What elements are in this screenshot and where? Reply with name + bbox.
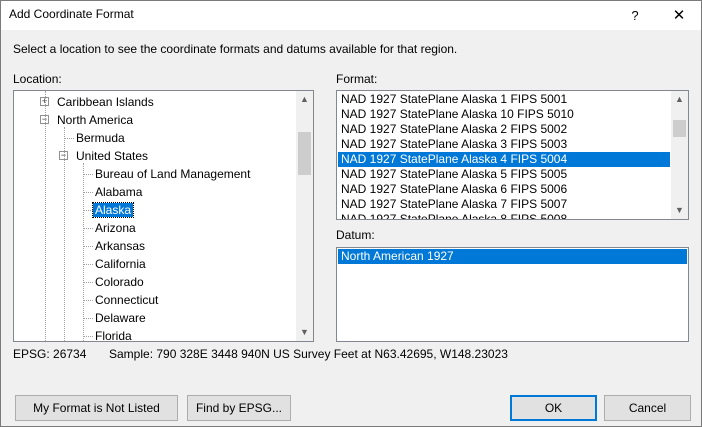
tree-guide-line	[64, 127, 65, 341]
format-list-item[interactable]: NAD 1927 StatePlane Alaska 8 FIPS 5008	[338, 212, 670, 219]
tree-item-label: Alabama	[95, 185, 143, 199]
tree-connector	[83, 282, 93, 283]
tree-item-label: California	[95, 257, 146, 271]
tree-item-label: Arkansas	[95, 239, 146, 253]
tree-item[interactable]: California	[93, 255, 148, 273]
tree-item[interactable]: Connecticut	[93, 291, 160, 309]
ok-button[interactable]: OK	[510, 395, 597, 421]
instructions-text: Select a location to see the coordinate …	[13, 42, 458, 56]
tree-guide-line	[45, 91, 46, 341]
window-title: Add Coordinate Format	[9, 7, 134, 21]
tree-item-label: Delaware	[95, 311, 146, 325]
my-format-not-listed-button[interactable]: My Format is Not Listed	[15, 395, 178, 421]
tree-item[interactable]: Arkansas	[93, 237, 147, 255]
tree-item[interactable]: Caribbean Islands	[55, 93, 156, 111]
tree-item-label: Arizona	[95, 221, 136, 235]
format-list-item[interactable]: NAD 1927 StatePlane Alaska 4 FIPS 5004	[338, 152, 670, 167]
tree-item-label: Florida	[95, 329, 132, 342]
scroll-thumb[interactable]	[298, 132, 311, 175]
datum-label: Datum:	[336, 228, 375, 242]
tree-guide-line	[83, 163, 84, 341]
tree-connector	[83, 318, 93, 319]
format-list-item[interactable]: NAD 1927 StatePlane Alaska 10 FIPS 5010	[338, 107, 670, 122]
tree-connector	[64, 138, 74, 139]
tree-item-label: Bermuda	[76, 131, 125, 145]
format-list-item[interactable]: NAD 1927 StatePlane Alaska 6 FIPS 5006	[338, 182, 670, 197]
tree-item[interactable]: Alabama	[93, 183, 144, 201]
epsg-code: EPSG: 26734	[13, 347, 87, 361]
format-list-item[interactable]: NAD 1927 StatePlane Alaska 7 FIPS 5007	[338, 197, 670, 212]
tree-item-label: North America	[57, 113, 134, 127]
tree-item[interactable]: Bermuda	[74, 129, 127, 147]
tree-connector	[83, 336, 93, 337]
tree-item-label: Bureau of Land Management	[95, 167, 251, 181]
format-list[interactable]: NAD 1927 StatePlane Alaska 1 FIPS 5001 NA…	[336, 90, 689, 220]
datum-list-item[interactable]: North American 1927	[338, 249, 687, 264]
datum-list[interactable]: North American 1927	[336, 247, 689, 342]
location-scrollbar[interactable]: ▲ ▼	[296, 91, 313, 341]
find-by-epsg-button[interactable]: Find by EPSG...	[187, 395, 291, 421]
format-list-item[interactable]: NAD 1927 StatePlane Alaska 1 FIPS 5001	[338, 92, 670, 107]
sample-text: Sample: 790 328E 3448 940N US Survey Fee…	[109, 347, 508, 361]
tree-item[interactable]: Florida	[93, 327, 134, 342]
tree-item[interactable]: North America	[55, 111, 135, 129]
tree-item-label: United States	[76, 149, 149, 163]
chevron-up-icon[interactable]: ▲	[296, 91, 313, 108]
tree-item[interactable]: Arizona	[93, 219, 138, 237]
format-label: Format:	[336, 72, 378, 86]
tree-connector	[83, 246, 93, 247]
tree-item-label: Colorado	[95, 275, 144, 289]
cancel-button[interactable]: Cancel	[604, 395, 691, 421]
tree-connector	[83, 174, 93, 175]
tree-item-label: Alaska	[91, 202, 135, 218]
tree-item[interactable]: United States	[74, 147, 150, 165]
add-coordinate-format-dialog: Add Coordinate Format ? ✕ Select a locat…	[0, 0, 702, 427]
title-bar: Add Coordinate Format ? ✕	[1, 1, 701, 30]
close-button[interactable]: ✕	[657, 1, 701, 30]
tree-connector	[83, 210, 93, 211]
chevron-down-icon[interactable]: ▼	[671, 202, 688, 219]
tree-item[interactable]: Delaware	[93, 309, 148, 327]
tree-item[interactable]: Colorado	[93, 273, 146, 291]
format-list-item[interactable]: NAD 1927 StatePlane Alaska 3 FIPS 5003	[338, 137, 670, 152]
format-scrollbar[interactable]: ▲ ▼	[671, 91, 688, 219]
tree-item-label: Caribbean Islands	[57, 95, 154, 109]
location-label: Location:	[13, 72, 62, 86]
tree-connector	[83, 300, 93, 301]
chevron-up-icon[interactable]: ▲	[671, 91, 688, 108]
tree-connector	[83, 228, 93, 229]
tree-connector	[83, 192, 93, 193]
format-list-item[interactable]: NAD 1927 StatePlane Alaska 5 FIPS 5005	[338, 167, 670, 182]
scroll-thumb[interactable]	[673, 120, 686, 137]
location-tree[interactable]: + − − Caribbean Islands North America Bermud…	[13, 90, 314, 342]
tree-connector	[83, 264, 93, 265]
chevron-down-icon[interactable]: ▼	[296, 324, 313, 341]
tree-item[interactable]: Bureau of Land Management	[93, 165, 252, 183]
tree-item-label: Connecticut	[95, 293, 159, 307]
help-button[interactable]: ?	[613, 1, 657, 30]
format-list-item[interactable]: NAD 1927 StatePlane Alaska 2 FIPS 5002	[338, 122, 670, 137]
tree-item[interactable]: Alaska	[91, 201, 135, 219]
